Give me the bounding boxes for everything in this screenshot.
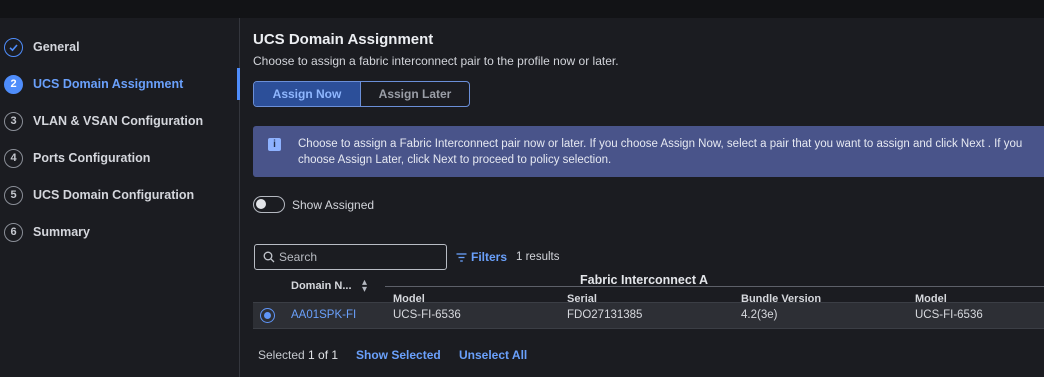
step-number: 6 xyxy=(4,222,23,242)
search-input[interactable] xyxy=(279,249,439,265)
show-assigned-label: Show Assigned xyxy=(292,198,375,212)
step-ucs-domain-configuration[interactable]: 5 UCS Domain Configuration xyxy=(4,184,194,206)
assign-now-button[interactable]: Assign Now xyxy=(254,82,361,106)
step-number: 2 xyxy=(4,74,23,94)
filters-button[interactable]: Filters xyxy=(456,250,507,264)
column-header-domain[interactable]: Domain N... xyxy=(291,280,352,292)
step-label: Summary xyxy=(33,225,90,239)
sort-icon[interactable]: ▴ ▾ xyxy=(362,278,367,295)
assign-later-button[interactable]: Assign Later xyxy=(361,82,469,106)
filters-label: Filters xyxy=(471,250,508,264)
show-assigned-toggle[interactable] xyxy=(253,196,285,213)
unselect-all-link[interactable]: Unselect All xyxy=(459,348,527,362)
info-banner: i Choose to assign a Fabric Interconnect… xyxy=(253,126,1044,177)
info-text: Choose to assign a Fabric Interconnect p… xyxy=(298,138,1023,166)
toggle-knob xyxy=(256,199,266,209)
domain-name-link[interactable]: AA01SPK-FI xyxy=(291,309,356,321)
step-number: 5 xyxy=(4,185,23,205)
check-icon xyxy=(4,37,23,57)
step-general[interactable]: General xyxy=(4,36,80,58)
column-group-title: Fabric Interconnect A xyxy=(580,273,709,287)
top-bar xyxy=(0,0,1044,18)
cell-serial: FDO27131385 xyxy=(567,309,643,321)
selection-summary: Selected 1 of 1 xyxy=(258,348,338,362)
selected-count: 1 of 1 xyxy=(308,348,339,362)
column-group-divider xyxy=(385,286,1044,287)
active-step-indicator xyxy=(237,68,240,100)
results-count: 1 results xyxy=(516,251,560,263)
step-number: 3 xyxy=(4,111,23,131)
page-title: UCS Domain Assignment xyxy=(253,31,434,48)
page-subtitle: Choose to assign a fabric interconnect p… xyxy=(253,54,619,68)
selected-prefix: Selected xyxy=(258,348,305,362)
search-icon xyxy=(263,251,275,263)
step-vlan-vsan-configuration[interactable]: 3 VLAN & VSAN Configuration xyxy=(4,110,203,132)
step-ucs-domain-assignment[interactable]: 2 UCS Domain Assignment xyxy=(4,73,183,95)
step-label: Ports Configuration xyxy=(33,151,151,165)
wizard-steps-sidebar: General 2 UCS Domain Assignment 3 VLAN &… xyxy=(0,18,240,377)
step-label: General xyxy=(33,40,80,54)
show-selected-link[interactable]: Show Selected xyxy=(356,348,441,362)
cell-model-b: UCS-FI-6536 xyxy=(915,309,983,321)
step-label: UCS Domain Configuration xyxy=(33,188,195,202)
step-label: VLAN & VSAN Configuration xyxy=(33,114,204,128)
assign-segmented-control: Assign Now Assign Later xyxy=(253,81,470,107)
step-label: UCS Domain Assignment xyxy=(33,77,184,91)
filter-icon xyxy=(456,252,467,262)
cell-model: UCS-FI-6536 xyxy=(393,309,461,321)
cell-bundle-version: 4.2(3e) xyxy=(741,309,778,321)
row-select-radio[interactable] xyxy=(260,308,275,323)
step-summary[interactable]: 6 Summary xyxy=(4,221,90,243)
step-ports-configuration[interactable]: 4 Ports Configuration xyxy=(4,147,150,169)
main-panel: UCS Domain Assignment Choose to assign a… xyxy=(241,18,1044,377)
search-box[interactable] xyxy=(254,244,447,270)
step-number: 4 xyxy=(4,148,23,168)
radio-dot xyxy=(263,311,271,319)
info-icon: i xyxy=(268,138,281,151)
table-row[interactable]: AA01SPK-FI UCS-FI-6536 FDO27131385 4.2(3… xyxy=(253,302,1044,329)
